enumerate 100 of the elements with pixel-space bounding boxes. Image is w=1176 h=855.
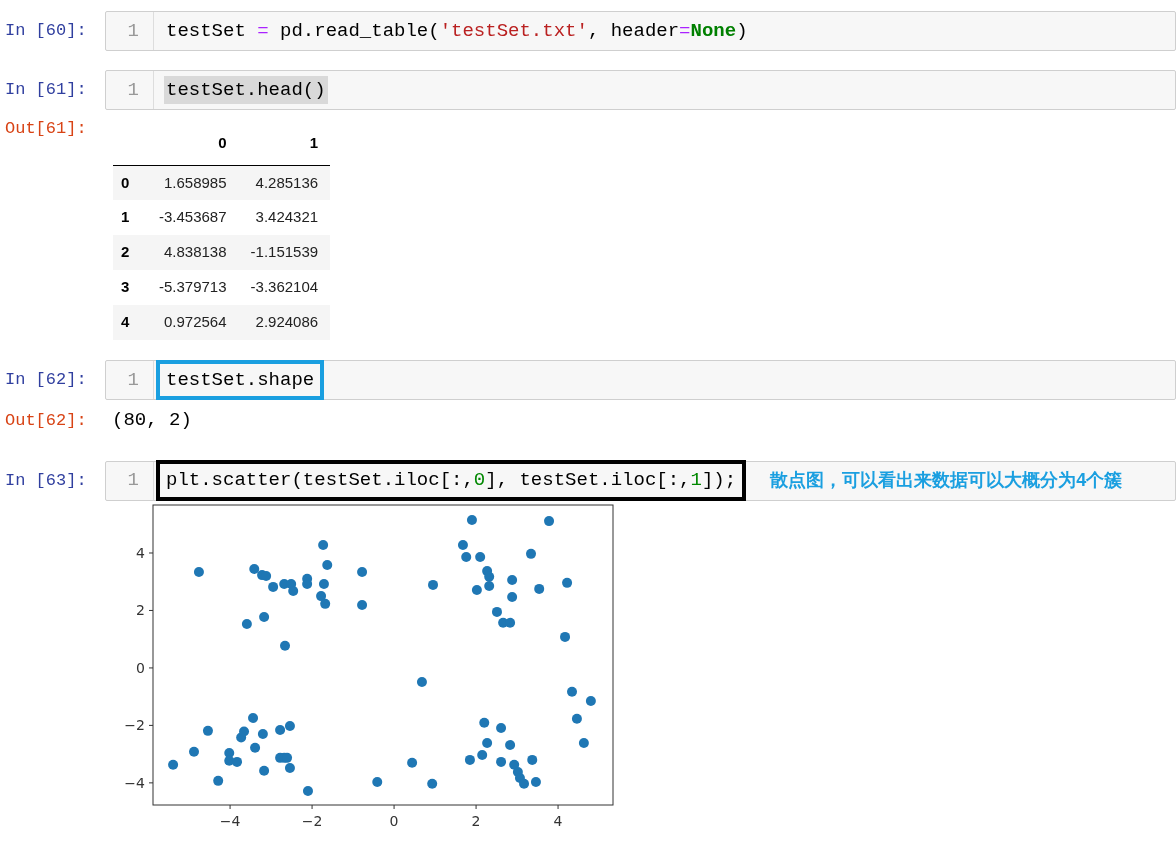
scatter-point [428, 579, 438, 590]
tick-mark [311, 804, 313, 809]
table-cell: -3.362104 [238, 270, 331, 305]
scatter-point [461, 551, 472, 562]
input-prompt: In [60]: [4, 20, 88, 43]
scatter-point [249, 563, 260, 574]
scatter-point [193, 566, 204, 577]
line-number: 1 [106, 461, 154, 500]
tick-mark [148, 609, 154, 611]
scatter-point [213, 775, 224, 786]
scatter-point [357, 599, 368, 610]
scatter-point [268, 581, 279, 592]
code-cell[interactable]: 1 testSet.head() [105, 70, 1176, 110]
scatter-point [466, 514, 477, 525]
scatter-point [284, 762, 295, 773]
scatter-point [496, 756, 507, 767]
scatter-point [571, 713, 582, 724]
scatter-point [257, 728, 268, 739]
column-header: 0 [147, 126, 239, 165]
axis-tick-label: 4 [553, 812, 563, 829]
scatter-point [484, 571, 495, 582]
tick-mark [148, 781, 154, 783]
input-prompt: In [63]: [4, 469, 88, 492]
axis-tick-label: −2 [301, 812, 323, 829]
tick-mark [148, 552, 154, 553]
scatter-point [567, 686, 577, 697]
scatter-point [168, 759, 179, 770]
scatter-point [224, 747, 235, 758]
table-cell: 4.838138 [147, 235, 239, 270]
scatter-point [505, 739, 516, 750]
scatter-point [544, 515, 555, 526]
output-text: (80, 2) [112, 408, 192, 433]
scatter-point [320, 598, 331, 609]
column-header: 1 [238, 126, 331, 165]
scatter-point [560, 631, 571, 642]
tick-mark [229, 804, 231, 809]
scatter-point [202, 725, 213, 736]
scatter-point [562, 577, 573, 588]
scatter-point [322, 559, 333, 570]
table-cell: 4.285136 [238, 165, 331, 200]
scatter-point [275, 724, 286, 735]
scatter-point [482, 737, 493, 748]
scatter-point [316, 590, 327, 601]
input-prompt: In [61]: [4, 79, 88, 102]
table-cell: -5.379713 [147, 270, 239, 305]
scatter-point [416, 676, 427, 687]
scatter-point [259, 765, 270, 776]
table-cell: -3.453687 [147, 200, 239, 235]
scatter-point [479, 717, 490, 728]
scatter-point [519, 778, 530, 789]
scatter-point [302, 785, 313, 796]
scatter-point [578, 737, 589, 748]
scatter-point [302, 578, 313, 589]
scatter-point [259, 611, 270, 622]
scatter-point [357, 566, 368, 577]
scatter-point [288, 585, 299, 596]
tick-mark [475, 804, 477, 809]
scatter-point [507, 574, 518, 585]
scatter-point [427, 778, 438, 789]
axis-tick-label: 2 [136, 601, 145, 618]
code-cell[interactable]: 1 plt.scatter(testSet.iloc[:,0], testSet.iloc[:,1]); 散点图，可以看出来数据可以大概分为4个簇 [105, 460, 1176, 501]
scatter-point [318, 539, 329, 550]
axis-tick-label: −2 [124, 716, 145, 733]
scatter-point [471, 584, 482, 595]
line-number: 1 [106, 71, 154, 109]
scatter-point [239, 725, 249, 736]
scatter-point [527, 754, 538, 765]
axis-tick-label: −4 [124, 774, 145, 791]
line-number: 1 [106, 12, 154, 50]
scatter-point [530, 776, 541, 787]
table-cell: -1.151539 [238, 235, 331, 270]
scatter-point [407, 757, 418, 768]
scatter-point [280, 640, 290, 651]
scatter-point [475, 551, 486, 562]
code-line: testSet = pd.read_table('testSet.txt', header=None) [165, 18, 749, 44]
scatter-point [261, 570, 272, 581]
scatter-point [496, 722, 507, 733]
code-cell[interactable]: 1 testSet.shape [105, 360, 1176, 400]
axis-tick-label: −4 [219, 812, 241, 829]
scatter-point [372, 776, 383, 787]
axis-tick-label: 4 [136, 544, 145, 561]
scatter-point [232, 756, 243, 767]
axis-tick-label: 0 [136, 659, 145, 676]
row-index: 0 [113, 165, 147, 200]
scatter-point [248, 712, 259, 723]
scatter-point [492, 606, 502, 617]
scatter-point [509, 759, 520, 770]
table-cell: 3.424321 [238, 200, 331, 235]
scatter-point [505, 617, 516, 628]
scatter-point [507, 591, 518, 602]
row-index: 1 [113, 200, 147, 235]
scatter-point [284, 720, 295, 731]
scatter-point [241, 618, 252, 629]
row-index: 4 [113, 305, 147, 340]
code-cell[interactable]: 1 testSet = pd.read_table('testSet.txt', header=None) [105, 11, 1176, 51]
axis-tick-label: 2 [471, 812, 481, 829]
scatter-point [526, 548, 536, 559]
table-cell: 2.924086 [238, 305, 331, 340]
tick-mark [557, 804, 559, 809]
output-prompt: Out[61]: [4, 118, 88, 140]
